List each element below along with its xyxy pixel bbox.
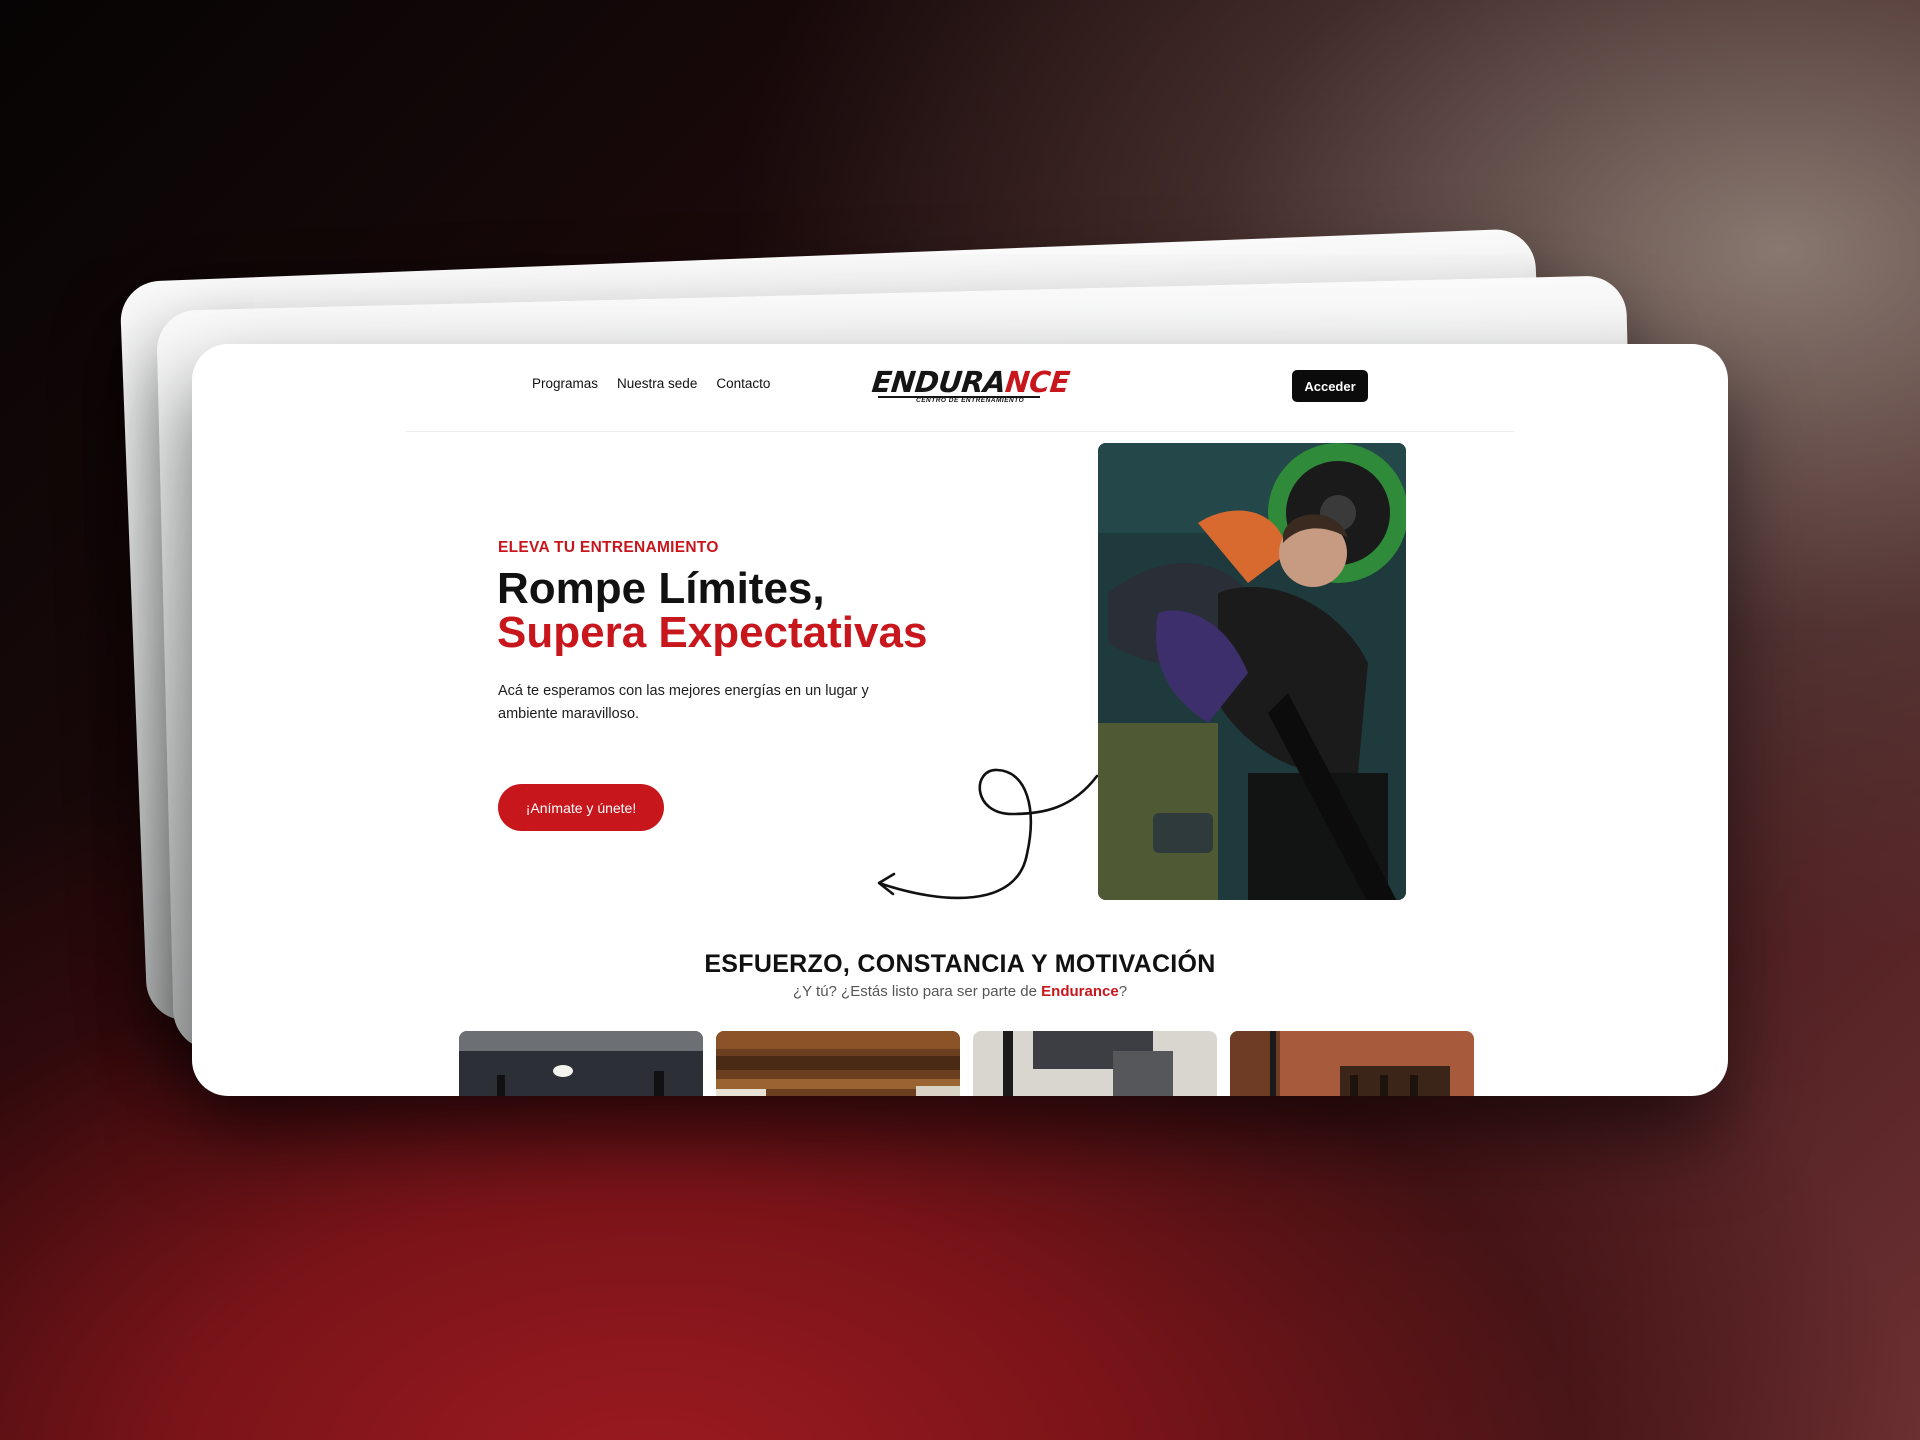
logo-tagline: CENTRO DE ENTRENAMIENTO (916, 397, 1025, 404)
section-title: ESFUERZO, CONSTANCIA Y MOTIVACIÓN (704, 950, 1216, 978)
section-subtitle-end: ? (1118, 983, 1128, 1000)
header-divider (406, 431, 1514, 432)
section-subtitle-brand: Endurance (1041, 983, 1119, 1000)
gallery-image-3[interactable] (973, 1031, 1217, 1096)
hero-description: Acá te esperamos con las mejores energía… (498, 683, 869, 722)
logo-main: ENDURA (870, 365, 1008, 399)
hero-athlete-photo (1098, 443, 1406, 900)
gallery-photo-1 (459, 1031, 703, 1096)
endurance-logo[interactable]: ENDURANCE CENTRO DE ENTRENAMIENTO (870, 365, 1071, 406)
gallery-image-4[interactable] (1230, 1031, 1474, 1096)
nav-link-contacto[interactable]: Contacto (716, 376, 770, 391)
hero-eyebrow: ELEVA TU ENTRENAMIENTO (498, 539, 719, 556)
join-cta-button[interactable]: ¡Anímate y únete! (498, 784, 664, 831)
section-subtitle: ¿Y tú? ¿Estás listo para ser parte de En… (192, 983, 1728, 1000)
gallery-row (459, 1031, 1474, 1096)
nav-link-nuestra-sede[interactable]: Nuestra sede (617, 376, 697, 391)
hero-title-line1: Rompe Límites, (497, 564, 825, 613)
gallery-image-2[interactable] (716, 1031, 960, 1096)
logo-wordmark: ENDURANCE (870, 365, 1072, 399)
hero-title-line2: Supera Expectativas (497, 608, 928, 657)
gym-photo-illustration (1098, 443, 1406, 900)
nav-links: Programas Nuestra sede Contacto (532, 376, 770, 391)
gallery-photo-2 (716, 1031, 960, 1096)
gallery-photo-3 (973, 1031, 1217, 1096)
nav-link-programas[interactable]: Programas (532, 376, 598, 391)
gallery-image-1[interactable] (459, 1031, 703, 1096)
website-preview: Programas Nuestra sede Contacto ENDURANC… (192, 344, 1728, 1096)
login-button[interactable]: Acceder (1292, 370, 1368, 402)
hero-title: Rompe Límites, Supera Expectativas (497, 567, 927, 655)
section-subtitle-text: ¿Y tú? ¿Estás listo para ser parte de (792, 983, 1042, 1000)
gallery-photo-4 (1230, 1031, 1474, 1096)
top-navigation: Programas Nuestra sede Contacto ENDURANC… (192, 344, 1728, 430)
logo-accent: NCE (1003, 365, 1072, 399)
